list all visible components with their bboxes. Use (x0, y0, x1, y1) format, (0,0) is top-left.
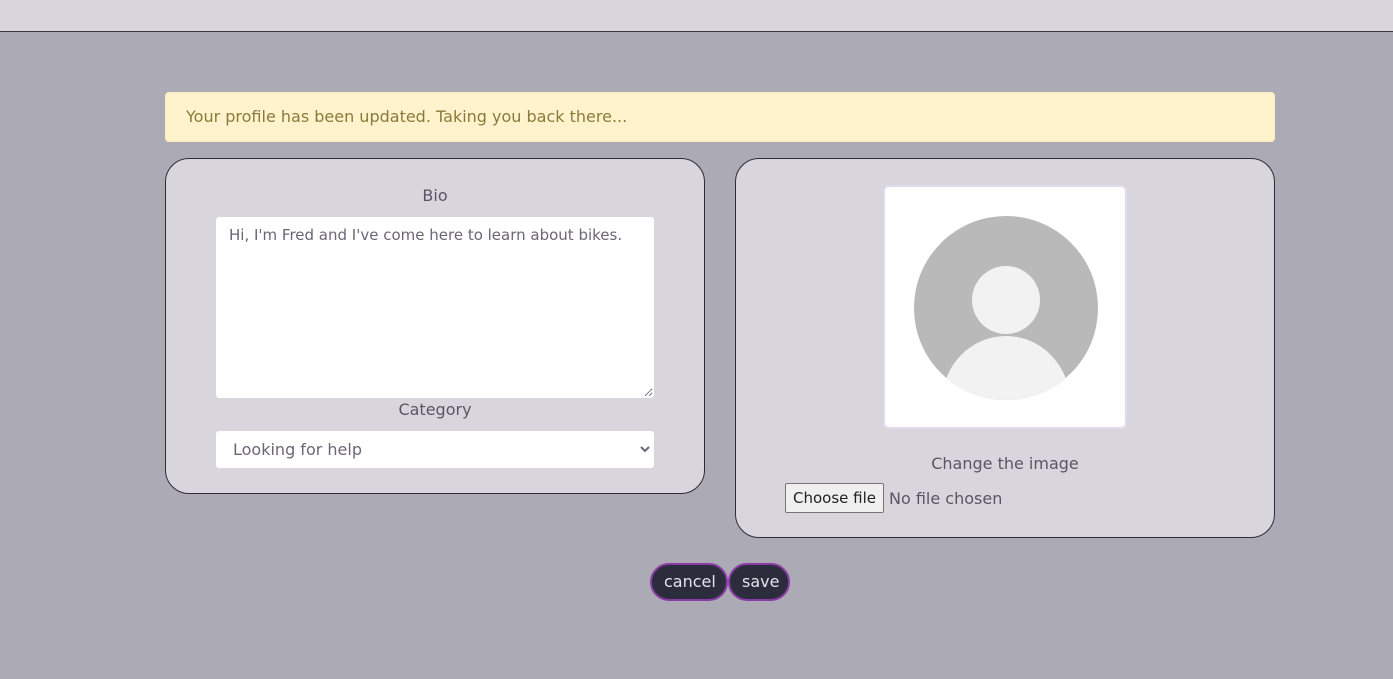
top-navbar (0, 0, 1393, 32)
alert-message: Your profile has been updated. Taking yo… (186, 107, 628, 126)
bio-card: Bio Hi, I'm Fred and I've come here to l… (165, 158, 705, 494)
bio-textarea[interactable]: Hi, I'm Fred and I've come here to learn… (216, 217, 654, 398)
category-label: Category (398, 400, 472, 419)
change-image-label: Change the image (931, 454, 1079, 473)
save-button[interactable]: save (728, 563, 790, 601)
default-user-avatar-icon (914, 216, 1098, 400)
image-card: Change the image Choose file No file cho… (735, 158, 1275, 538)
success-alert: Your profile has been updated. Taking yo… (165, 92, 1275, 142)
category-select[interactable]: Looking for help (216, 431, 654, 468)
bio-label: Bio (422, 186, 448, 205)
form-actions: cancel save (650, 563, 790, 601)
file-status-text: No file chosen (889, 488, 1003, 508)
file-input[interactable]: Choose file No file chosen (785, 483, 1002, 513)
cancel-button[interactable]: cancel (650, 563, 728, 601)
choose-file-button[interactable]: Choose file (785, 483, 884, 513)
avatar-preview (883, 185, 1127, 429)
